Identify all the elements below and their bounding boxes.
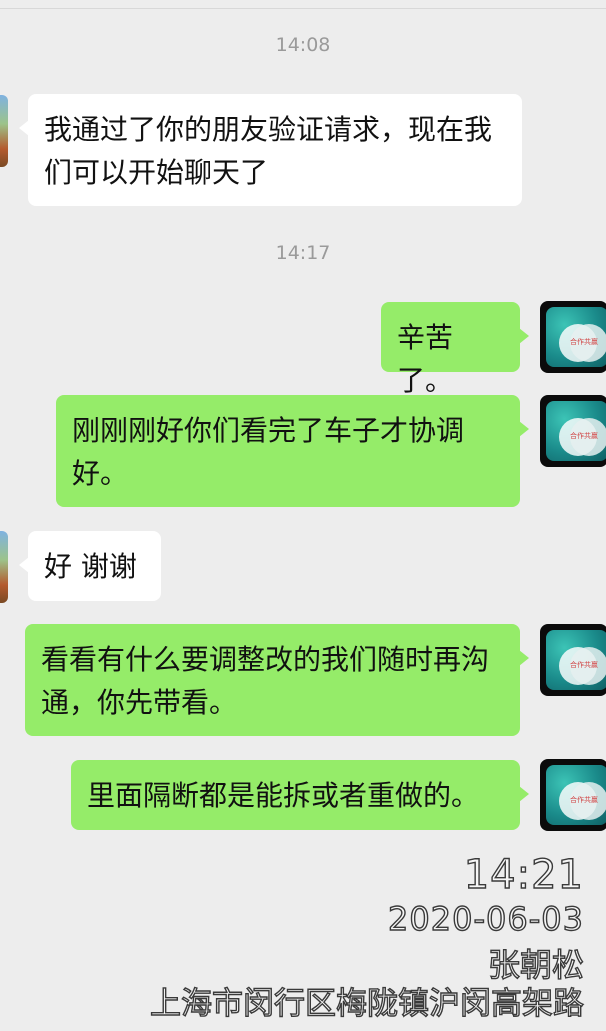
avatar-tag: 合作共赢 <box>570 661 598 669</box>
self-avatar[interactable]: 合作共赢 <box>540 395 606 467</box>
watermark-address: 上海市闵行区梅陇镇沪闵高架路 <box>149 985 584 1022</box>
avatar-tag: 合作共赢 <box>570 432 598 440</box>
message-bubble-sent[interactable]: 辛苦了。 <box>381 302 529 397</box>
avatar-tag: 合作共赢 <box>570 796 598 804</box>
avatar-logo: 合作共赢 <box>546 630 606 690</box>
message-text: 看看有什么要调整改的我们随时再沟通，你先带看。 <box>41 643 490 719</box>
chat-timestamp: 14:17 <box>275 242 331 264</box>
top-divider <box>0 8 606 9</box>
self-avatar[interactable]: 合作共赢 <box>540 759 606 831</box>
message-text: 我通过了你的朋友验证请求，现在我们可以开始聊天了 <box>44 113 493 189</box>
avatar-logo: 合作共赢 <box>546 401 606 461</box>
message-bubble-sent[interactable]: 里面隔断都是能拆或者重做的。 <box>71 760 529 830</box>
watermark-time: 14:21 <box>463 851 584 898</box>
watermark-date: 2020-06-03 <box>387 899 584 938</box>
avatar-logo: 合作共赢 <box>546 765 606 825</box>
message-text: 好 谢谢 <box>44 550 137 583</box>
avatar-tag: 合作共赢 <box>570 338 598 346</box>
message-text: 辛苦了。 <box>397 321 454 397</box>
self-avatar[interactable]: 合作共赢 <box>540 624 606 696</box>
chat-timestamp: 14:08 <box>275 34 331 56</box>
message-text: 刚刚刚好你们看完了车子才协调好。 <box>72 414 465 490</box>
avatar-logo: 合作共赢 <box>546 307 606 367</box>
message-text: 里面隔断都是能拆或者重做的。 <box>87 779 480 812</box>
self-avatar[interactable]: 合作共赢 <box>540 301 606 373</box>
contact-avatar[interactable] <box>0 531 8 603</box>
message-bubble-received[interactable]: 我通过了你的朋友验证请求，现在我们可以开始聊天了 <box>19 94 522 206</box>
message-bubble-sent[interactable]: 刚刚刚好你们看完了车子才协调好。 <box>56 395 529 507</box>
message-bubble-received[interactable]: 好 谢谢 <box>19 531 161 601</box>
message-bubble-sent[interactable]: 看看有什么要调整改的我们随时再沟通，你先带看。 <box>25 624 529 736</box>
contact-avatar[interactable] <box>0 95 8 167</box>
